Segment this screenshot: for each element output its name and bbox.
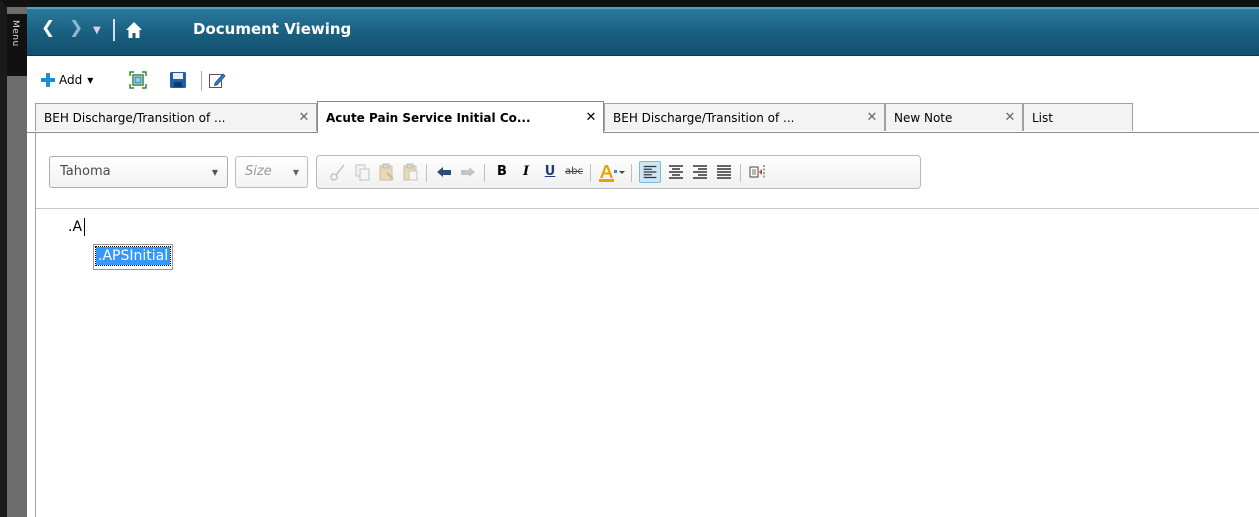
align-right-icon[interactable] [689, 161, 711, 183]
close-icon[interactable]: ✕ [864, 110, 880, 125]
add-button-label: Add [59, 73, 83, 87]
tab-beh-discharge-2[interactable]: BEH Discharge/Transition of ... ✕ [604, 103, 885, 131]
menu-tab[interactable]: Menu [7, 14, 27, 76]
note-editor-panel: Tahoma ▼ Size ▼ B I U abc [35, 133, 1259, 517]
tab-label: BEH Discharge/Transition of ... [44, 110, 226, 125]
close-icon[interactable]: ✕ [1002, 110, 1018, 125]
document-tab-bar: BEH Discharge/Transition of ... ✕ Acute … [27, 101, 1259, 133]
underline-button[interactable]: U [539, 161, 561, 183]
paste-icon[interactable] [375, 161, 397, 183]
tab-beh-discharge-1[interactable]: BEH Discharge/Transition of ... ✕ [35, 103, 317, 131]
edit-document-icon[interactable] [208, 71, 226, 89]
bold-button[interactable]: B [491, 161, 513, 183]
chevron-down-icon: ▼ [87, 75, 94, 85]
tab-label: BEH Discharge/Transition of ... [613, 110, 795, 125]
tab-list[interactable]: List [1023, 103, 1133, 131]
paste-special-icon[interactable] [399, 161, 421, 183]
copy-icon[interactable] [351, 161, 373, 183]
undo-icon[interactable] [433, 161, 455, 183]
format-separator [484, 164, 485, 182]
nav-separator [113, 19, 115, 41]
font-color-icon[interactable] [597, 161, 627, 183]
tab-label: New Note [894, 110, 953, 125]
autotext-suggestion-list[interactable]: .APSInitial [93, 244, 174, 270]
chevron-down-icon: ▼ [211, 168, 218, 177]
format-bar-divider [36, 208, 1259, 209]
italic-button[interactable]: I [515, 161, 537, 183]
home-icon[interactable] [125, 21, 143, 39]
format-separator [590, 164, 591, 182]
font-size-select[interactable]: Size ▼ [235, 156, 308, 188]
menu-tab-label: Menu [10, 20, 20, 47]
text-caret [84, 218, 85, 236]
editor-typed-text[interactable]: .A [68, 219, 82, 235]
title-bar: ❮ ❯ ▼ Document Viewing [27, 7, 1259, 65]
chevron-down-icon: ▼ [292, 168, 299, 177]
tab-acute-pain-service[interactable]: Acute Pain Service Initial Co... ✕ [317, 101, 604, 133]
tab-label: Acute Pain Service Initial Co... [326, 110, 531, 125]
font-family-value: Tahoma [60, 164, 111, 179]
fit-view-icon[interactable] [129, 71, 147, 89]
insert-field-icon[interactable] [747, 161, 769, 183]
toolbar-separator [201, 71, 202, 91]
document-toolbar: Add ▼ [27, 65, 1259, 95]
font-family-select[interactable]: Tahoma ▼ [49, 156, 228, 188]
forward-button[interactable]: ❯ [69, 18, 83, 38]
plus-icon [41, 73, 55, 87]
strikethrough-button[interactable]: abc [563, 161, 585, 183]
align-center-icon[interactable] [665, 161, 687, 183]
format-separator [740, 164, 741, 182]
font-size-placeholder: Size [245, 164, 272, 179]
formatting-toolbar: B I U abc [316, 155, 921, 189]
tab-label: List [1032, 110, 1053, 125]
back-button[interactable]: ❮ [41, 18, 55, 38]
autotext-suggestion-item[interactable]: .APSInitial [94, 246, 172, 266]
align-left-icon[interactable] [639, 161, 661, 183]
format-separator [426, 164, 427, 182]
redo-icon[interactable] [457, 161, 479, 183]
justify-icon[interactable] [713, 161, 735, 183]
tab-new-note[interactable]: New Note ✕ [885, 103, 1023, 131]
save-icon[interactable] [169, 71, 187, 89]
title-bar-highlight [27, 7, 1259, 9]
cut-icon[interactable] [327, 161, 349, 183]
history-dropdown-button[interactable]: ▼ [93, 25, 101, 36]
close-icon[interactable]: ✕ [583, 110, 599, 125]
page-title: Document Viewing [193, 20, 352, 38]
close-icon[interactable]: ✕ [296, 110, 312, 125]
add-button[interactable]: Add ▼ [41, 70, 93, 90]
side-menu-strip [7, 7, 27, 517]
format-separator [631, 164, 632, 182]
